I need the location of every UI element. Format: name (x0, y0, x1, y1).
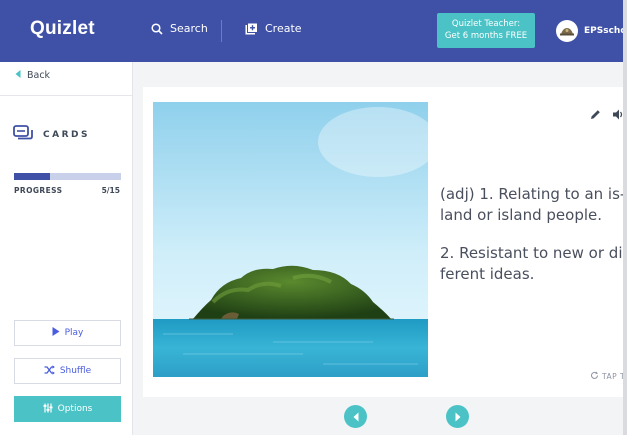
progress-fill (14, 173, 50, 180)
options-button[interactable]: Options (14, 396, 121, 422)
back-label: Back (27, 70, 51, 81)
card-definition: (adj) 1. Relating to an is- land or isla… (440, 184, 627, 302)
back-link[interactable]: Back (15, 70, 50, 81)
search-label: Search (170, 22, 208, 35)
play-icon (52, 327, 60, 339)
next-card-button[interactable] (446, 405, 469, 428)
progress-label: PROGRESS (14, 186, 63, 195)
back-arrow-icon (15, 70, 21, 81)
window-edge (623, 0, 627, 435)
quizlet-logo[interactable]: Quizlet (30, 18, 95, 40)
pencil-icon[interactable] (590, 105, 601, 124)
speaker-icon[interactable] (613, 105, 623, 124)
play-button[interactable]: Play (14, 320, 121, 346)
nav-divider (221, 20, 222, 42)
user-menu[interactable]: EPSschoo (556, 20, 627, 42)
flip-icon (590, 371, 599, 382)
study-sidebar: Back CARDS PROGRESS 5/15 Play Shuffle Op… (0, 62, 133, 435)
flashcard[interactable]: (adj) 1. Relating to an is- land or isla… (143, 87, 627, 397)
mode-label: CARDS (43, 129, 90, 140)
definition-line: (adj) 1. Relating to an is- (440, 185, 626, 203)
mode-selector-cards[interactable]: CARDS (13, 125, 90, 144)
play-label: Play (64, 328, 84, 338)
tap-to-flip-hint: TAP T (590, 371, 625, 382)
avatar (556, 20, 578, 42)
shuffle-label: Shuffle (59, 366, 92, 376)
promo-line-2: Get 6 months FREE (444, 31, 528, 41)
options-label: Options (57, 404, 93, 414)
cards-icon (13, 125, 33, 144)
shuffle-icon (44, 364, 55, 378)
create-link[interactable]: Create (245, 22, 302, 35)
arrow-left-icon (352, 407, 360, 426)
create-label: Create (265, 22, 302, 35)
shuffle-button[interactable]: Shuffle (14, 358, 121, 384)
definition-line: 2. Resistant to new or di (440, 244, 623, 262)
progress-bar (14, 173, 121, 180)
top-nav: Quizlet Search Create Quizlet Teacher: G… (0, 0, 627, 62)
teacher-promo-button[interactable]: Quizlet Teacher: Get 6 months FREE (437, 13, 535, 48)
definition-line: ferent ideas. (440, 265, 535, 283)
sidebar-divider (0, 95, 133, 96)
card-tools (590, 105, 623, 124)
options-icon (43, 403, 53, 416)
island-image (153, 102, 428, 377)
create-icon (245, 22, 258, 35)
previous-card-button[interactable] (344, 405, 367, 428)
arrow-right-icon (454, 407, 462, 426)
definition-line: land or island people. (440, 206, 603, 224)
tap-hint-label: TAP T (602, 372, 626, 381)
promo-line-1: Quizlet Teacher: (451, 19, 521, 29)
progress-count: 5/15 (101, 186, 120, 195)
username: EPSschoo (584, 26, 627, 36)
search-link[interactable]: Search (151, 22, 208, 35)
search-icon (151, 22, 163, 35)
